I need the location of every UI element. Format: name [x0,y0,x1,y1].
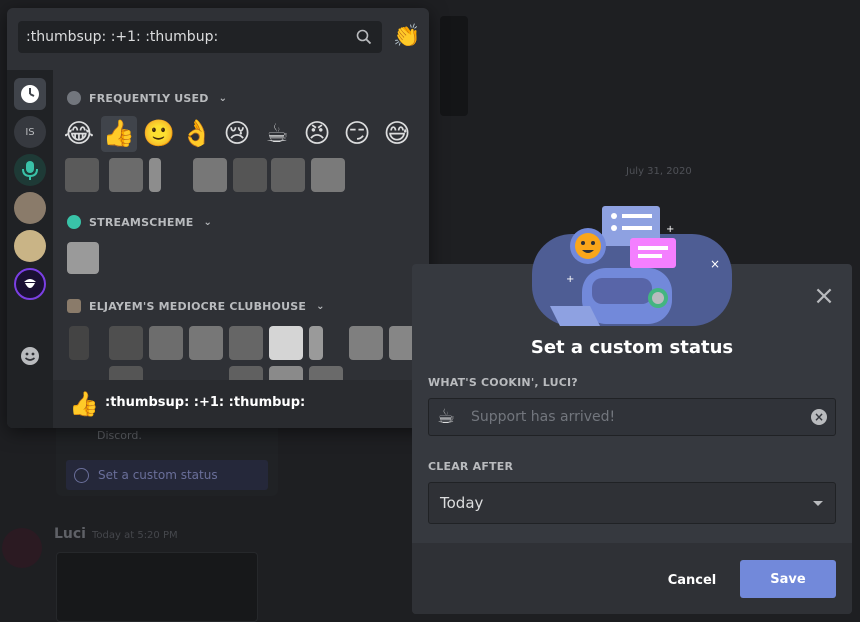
server-icon-1[interactable] [14,192,46,224]
emoji-ok-hand[interactable]: 👌 [179,116,215,152]
category-label: ELJAYEM'S MEDIOCRE CLUBHOUSE [89,299,307,313]
custom-emoji[interactable] [65,158,99,192]
emoji-angry[interactable]: 😠 [299,116,335,152]
modal-title: Set a custom status [530,337,734,358]
status-text-input[interactable] [471,399,791,435]
custom-emoji[interactable] [229,326,263,360]
custom-emoji[interactable] [349,326,383,360]
emoji-picker: 👏 IS [7,8,429,428]
microphone-small-icon [67,215,81,229]
emoji-smirk[interactable]: 😏 [339,116,375,152]
svg-text:×: × [710,257,720,271]
background-set-status-button: Set a custom status [66,460,268,490]
custom-emoji[interactable] [309,326,323,360]
chevron-down-icon: ⌄ [203,216,213,228]
acorn-icon [24,279,36,288]
message-timestamp: Today at 5:20 PM [92,530,178,541]
server-icon-3[interactable] [14,268,46,300]
svg-text:+: + [666,224,674,235]
skin-tone-picker-button[interactable]: 👏 [392,22,422,52]
emoji-sweat-smile[interactable]: 😅 [379,116,415,152]
preview-emoji: 👍 [69,390,99,418]
custom-emoji[interactable] [67,242,99,274]
chevron-down-icon: ⌄ [218,92,228,104]
custom-emoji[interactable] [109,158,143,192]
people-category-tab[interactable] [14,340,46,372]
server-icon-streamscheme[interactable] [14,154,46,186]
custom-emoji[interactable] [229,366,263,380]
chevron-down-icon: ⌄ [316,300,325,312]
message-username: Luci [54,526,86,542]
picker-footer-rail [7,380,53,428]
status-field[interactable]: ☕ × [428,398,836,436]
emoji-slight-smile[interactable]: 🙂 [141,116,177,152]
emoji-coffee[interactable]: ☕ [259,116,295,152]
custom-emoji[interactable] [149,326,183,360]
clear-after-value: Today [440,494,484,512]
custom-emoji[interactable] [269,326,303,360]
save-button[interactable]: Save [740,560,836,598]
custom-emoji[interactable] [271,158,305,192]
clock-icon [21,85,39,103]
svg-text:+: + [566,274,574,285]
search-icon [356,29,372,45]
category-header-eljayem-clubhouse[interactable]: ELJAYEM'S MEDIOCRE CLUBHOUSE ⌄ [67,296,325,316]
server-small-icon [67,299,81,313]
server-icon-2[interactable] [14,230,46,262]
category-label: FREQUENTLY USED [89,91,209,105]
category-label: STREAMSCHEME [89,215,194,229]
background-set-status-label: Set a custom status [98,468,218,482]
custom-emoji[interactable] [149,158,161,192]
smiley-category-icon [21,347,39,365]
custom-emoji[interactable] [309,366,343,380]
status-field-label: WHAT'S COOKIN', LUCI? [428,376,578,389]
picker-header: 👏 [7,8,429,70]
custom-emoji[interactable] [189,326,223,360]
preview-emoji-names: :thumbsup: :+1: :thumbup: [105,395,306,410]
frequently-used-tab[interactable] [14,78,46,110]
clear-after-select[interactable]: Today [428,482,836,524]
clear-after-label: CLEAR AFTER [428,460,514,473]
smiley-icon [74,468,89,483]
emoji-thumbsup[interactable]: 👍 [101,116,137,152]
emoji-preview-footer: 👍 :thumbsup: :+1: :thumbup: [53,380,429,428]
clear-status-icon[interactable]: × [811,409,827,425]
status-emoji-button[interactable]: ☕ [437,404,455,428]
emoji-joy[interactable]: 😂 [61,116,97,152]
avatar [2,528,42,568]
category-rail: IS [7,70,53,398]
custom-emoji[interactable] [69,326,89,360]
chevron-down-icon [813,501,823,506]
custom-emoji[interactable] [109,326,143,360]
emoji-grid: FREQUENTLY USED ⌄ 😂 👍 🙂 👌 😢 ☕ 😠 😏 😅 STRE… [53,70,429,380]
close-icon[interactable]: × [812,283,836,309]
background-card-text: Discord. [97,429,142,442]
emoji-search-input[interactable] [26,21,346,53]
category-header-streamscheme[interactable]: STREAMSCHEME ⌄ [67,212,212,232]
clock-small-icon [67,91,81,105]
server-icon-is[interactable]: IS [14,116,46,148]
category-header-frequently-used[interactable]: FREQUENTLY USED ⌄ [67,88,227,108]
custom-emoji[interactable] [109,366,143,380]
status-illustration: × + + [532,206,732,326]
cancel-button[interactable]: Cancel [660,562,724,598]
custom-emoji[interactable] [269,366,303,380]
custom-emoji[interactable] [233,158,267,192]
microphone-icon [22,161,38,180]
search-box[interactable] [18,21,382,53]
date-divider: July 31, 2020 [626,166,692,177]
custom-emoji[interactable] [311,158,345,192]
emoji-cry[interactable]: 😢 [219,116,255,152]
custom-emoji[interactable] [193,158,227,192]
message-screenshot-thumbnail [56,552,258,622]
background-image-fragment [440,16,468,116]
